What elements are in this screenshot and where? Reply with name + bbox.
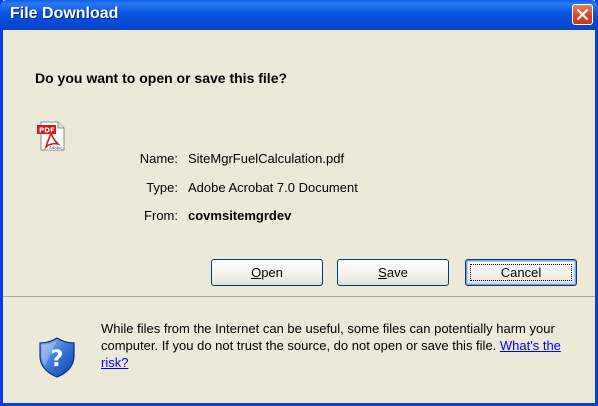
file-type-value: Adobe Acrobat 7.0 Document: [188, 180, 358, 195]
save-button[interactable]: Save: [337, 259, 449, 286]
cancel-button[interactable]: Cancel: [465, 259, 577, 286]
cancel-focus-ring: [470, 264, 572, 281]
file-info-panel: Do you want to open or save this file? P…: [3, 30, 595, 297]
file-download-dialog: File Download Do you want to open or sav…: [0, 0, 598, 406]
file-type-label: Type:: [146, 180, 178, 195]
file-from-value: covmsitemgrdev: [188, 208, 292, 223]
svg-text:Adobe: Adobe: [49, 146, 62, 151]
save-button-mnemonic: S: [378, 265, 387, 280]
window-title: File Download: [10, 5, 119, 22]
security-warning-text: While files from the Internet can be use…: [101, 320, 581, 371]
file-name-value: SiteMgrFuelCalculation.pdf: [188, 151, 345, 166]
open-button-mnemonic: O: [251, 265, 262, 280]
dialog-question: Do you want to open or save this file?: [35, 70, 288, 86]
file-from-label: From:: [144, 208, 178, 223]
svg-text:?: ?: [51, 347, 64, 372]
close-icon: [576, 8, 589, 21]
warning-message: While files from the Internet can be use…: [101, 321, 555, 353]
security-warning-panel: ? While files from the Internet can be u…: [3, 298, 595, 403]
file-name-label: Name:: [139, 151, 178, 166]
title-bar[interactable]: File Download: [0, 0, 598, 30]
save-button-label: ave: [386, 265, 408, 280]
open-button-label: pen: [261, 265, 283, 280]
close-button[interactable]: [572, 4, 593, 25]
open-button[interactable]: Open: [211, 259, 323, 286]
pdf-file-icon: PDF Adobe: [37, 121, 65, 151]
shield-question-icon: ?: [39, 337, 75, 378]
svg-text:PDF: PDF: [39, 127, 55, 135]
